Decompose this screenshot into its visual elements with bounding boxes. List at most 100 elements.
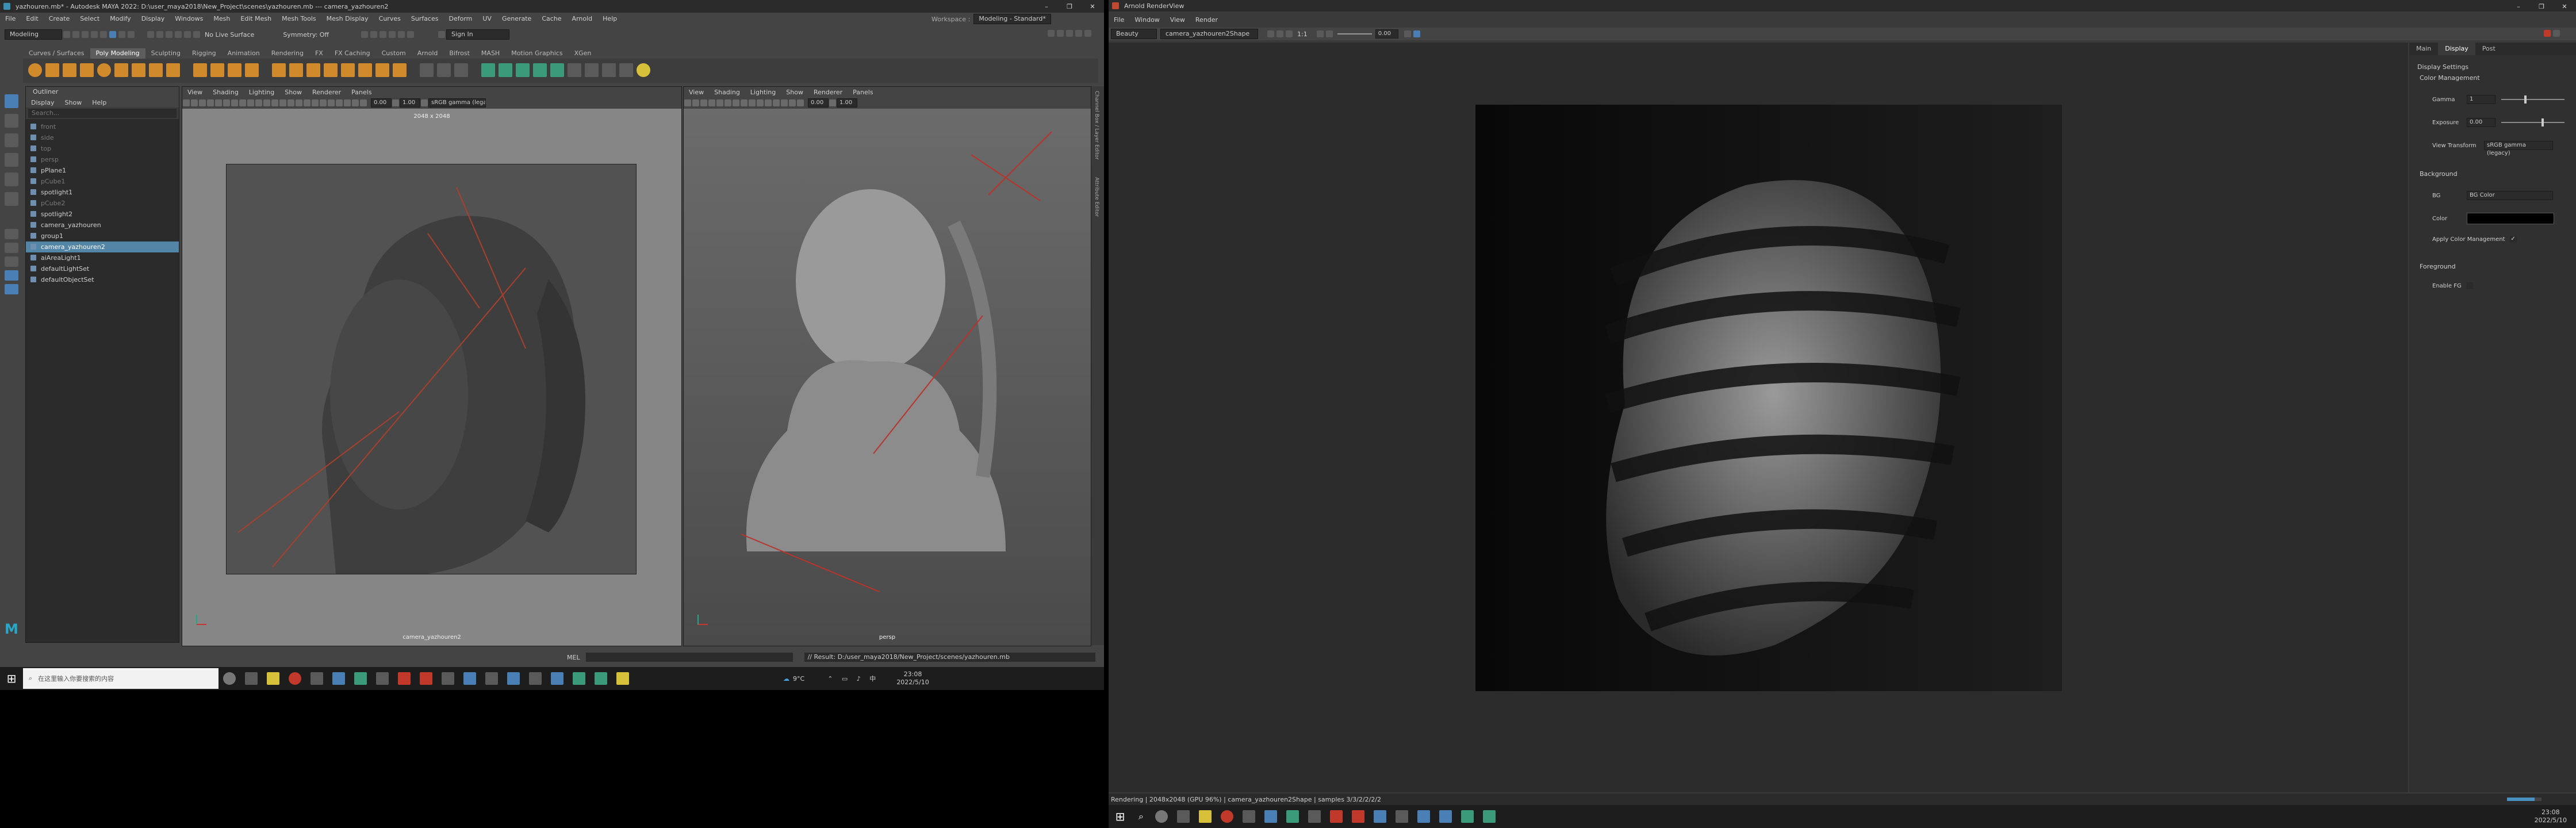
app-icon-4[interactable] (420, 672, 432, 685)
shelf-tab-rigging[interactable]: Rigging (186, 48, 222, 59)
app-icon-2[interactable] (376, 672, 389, 685)
select-component-icon[interactable] (128, 31, 135, 38)
shelf-tab-animation[interactable]: Animation (222, 48, 266, 59)
app-icon-1[interactable] (332, 672, 345, 685)
start-icon[interactable]: ⊞ (1109, 810, 1132, 823)
maximize-icon[interactable]: ❐ (2530, 0, 2553, 14)
wechat-icon[interactable] (1460, 810, 1474, 823)
resolution-gate-icon[interactable] (733, 99, 739, 106)
viewport-menu-renderer[interactable]: Renderer (312, 89, 341, 96)
wechat-icon[interactable] (573, 672, 585, 685)
edge-loop-icon[interactable] (437, 63, 451, 77)
app-icon-5[interactable] (442, 672, 454, 685)
app-icon-7[interactable] (529, 672, 542, 685)
live-surface-label[interactable]: No Live Surface (205, 31, 254, 39)
gamma-slider[interactable] (2501, 95, 2564, 103)
layout-side-icon[interactable] (5, 256, 18, 267)
arnold-tab-main[interactable]: Main (2409, 43, 2438, 55)
isolate-select-icon[interactable] (789, 99, 796, 106)
photoshop-icon[interactable] (463, 672, 476, 685)
menu-mesh-display[interactable]: Mesh Display (327, 15, 369, 22)
app-icon-4[interactable] (1351, 810, 1364, 823)
append-icon[interactable] (375, 63, 389, 77)
layout-four-icon[interactable] (5, 243, 18, 253)
outliner-item[interactable]: aiAreaLight1 (26, 252, 179, 263)
gamma-field[interactable]: 1.00 (837, 98, 857, 108)
super-shape-icon[interactable] (166, 63, 180, 77)
ambient-occlusion-icon[interactable] (312, 99, 319, 106)
cortana-icon[interactable] (223, 672, 236, 685)
arnold-menu-view[interactable]: View (1170, 16, 1185, 24)
xray-joints-icon[interactable] (360, 99, 367, 106)
menu-curves[interactable]: Curves (379, 15, 401, 22)
persp-view[interactable]: persp (684, 109, 1091, 646)
snap-point-icon[interactable] (166, 31, 172, 38)
viewport-menu-renderer[interactable]: Renderer (814, 89, 842, 96)
outliner-menu-help[interactable]: Help (92, 99, 106, 106)
shelf-tab-curves-surfaces[interactable]: Curves / Surfaces (23, 48, 90, 59)
poly-disc-icon[interactable] (132, 63, 145, 77)
outliner-menu-display[interactable]: Display (31, 99, 55, 106)
gamma-field[interactable]: 1 (2467, 95, 2496, 104)
shelf-tab-poly-modeling[interactable]: Poly Modeling (90, 48, 145, 59)
planar-map-icon[interactable] (499, 63, 512, 77)
select-camera-icon[interactable] (183, 99, 190, 106)
exposure-icon[interactable] (1325, 30, 1333, 37)
mirror-icon[interactable] (393, 63, 407, 77)
shelf-tab-sculpting[interactable]: Sculpting (145, 48, 186, 59)
outliner-menu-show[interactable]: Show (65, 99, 82, 106)
sew-uv-icon[interactable] (602, 63, 616, 77)
select-tool-icon[interactable] (5, 94, 18, 108)
chrome-icon[interactable] (1220, 810, 1233, 823)
auto-map-icon[interactable] (516, 63, 530, 77)
view-transform-select[interactable]: sRGB gamma (legacy) (2484, 141, 2553, 156)
poly-torus-icon[interactable] (97, 63, 111, 77)
app-icon-10[interactable] (616, 672, 629, 685)
depth-of-field-icon[interactable] (336, 99, 343, 106)
select-hierarchy-icon[interactable] (109, 31, 116, 38)
field-chart-icon[interactable] (247, 99, 254, 106)
channel-box-tab[interactable]: Channel Box / Layer Editor (1094, 91, 1099, 160)
render-area[interactable] (1109, 43, 2408, 792)
arnold-menu-render[interactable]: Render (1195, 16, 1218, 24)
shelf-tab-fx-caching[interactable]: FX Caching (329, 48, 376, 59)
bookmark-icon[interactable] (199, 99, 206, 106)
exposure-field[interactable]: 0.00 (371, 98, 392, 108)
color-management-icon[interactable] (421, 99, 428, 106)
boolean-icon[interactable] (245, 63, 259, 77)
workspace-icon-1[interactable] (1048, 30, 1055, 37)
channels-icon[interactable] (1404, 30, 1411, 37)
render-frame-icon[interactable] (361, 31, 369, 38)
apply-cm-checkbox[interactable]: ✓ (2509, 236, 2517, 243)
close-icon[interactable]: ✕ (1081, 0, 1104, 14)
mel-label[interactable]: MEL (567, 654, 580, 661)
textured-icon[interactable] (288, 99, 294, 106)
live-surface-icon[interactable] (193, 31, 200, 38)
viewport-menu-view[interactable]: View (187, 89, 202, 96)
file-explorer-icon[interactable] (1198, 810, 1212, 823)
wireframe-icon[interactable] (263, 99, 270, 106)
grid-icon[interactable] (215, 99, 222, 106)
poly-sphere-icon[interactable] (28, 63, 42, 77)
app-icon-1[interactable] (1264, 810, 1277, 823)
exposure-field[interactable]: 0.00 (808, 98, 829, 108)
mode-select[interactable]: Modeling (5, 29, 62, 40)
menu-edit[interactable]: Edit (26, 15, 38, 22)
layout-two-icon[interactable] (5, 270, 18, 281)
camera-select[interactable]: camera_yazhouren2Shape (1160, 29, 1258, 39)
aov-select[interactable]: Beauty (1111, 29, 1157, 39)
smooth-shade-icon[interactable] (749, 99, 756, 106)
arnold-menu-file[interactable]: File (1114, 16, 1124, 24)
app-icon-2[interactable] (1308, 810, 1321, 823)
wireframe-icon[interactable] (741, 99, 747, 106)
outliner-item[interactable]: spotlight2 (26, 209, 179, 220)
task-view-icon[interactable] (245, 672, 258, 685)
viewport-menu-shading[interactable]: Shading (714, 89, 740, 96)
poly-plane-icon[interactable] (114, 63, 128, 77)
lemon-icon[interactable] (637, 63, 650, 77)
menu-deform[interactable]: Deform (448, 15, 472, 22)
select-object-icon[interactable] (118, 31, 125, 38)
refresh-icon[interactable] (1286, 30, 1293, 37)
steam-icon[interactable] (485, 672, 498, 685)
shelf-tab-fx[interactable]: FX (309, 48, 329, 59)
